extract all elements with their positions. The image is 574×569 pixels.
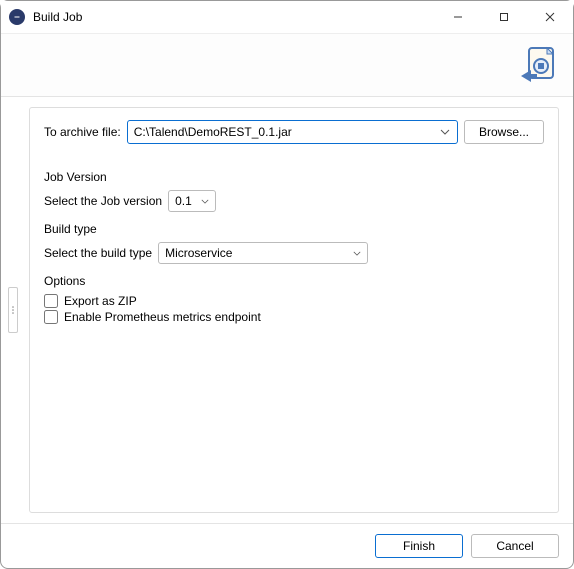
finish-button[interactable]: Finish	[375, 534, 463, 558]
options-title: Options	[44, 274, 544, 288]
app-icon	[9, 9, 25, 25]
build-type-label: Select the build type	[44, 246, 152, 260]
prometheus-row[interactable]: Enable Prometheus metrics endpoint	[44, 310, 544, 324]
build-type-select[interactable]: Microservice	[158, 242, 368, 264]
window-title: Build Job	[33, 10, 435, 24]
job-version-label: Select the Job version	[44, 194, 162, 208]
export-zip-row[interactable]: Export as ZIP	[44, 294, 544, 308]
archive-combo	[127, 120, 458, 144]
job-version-group: Job Version Select the Job version 0.1	[44, 170, 544, 212]
content-wrap: To archive file: Browse... Job Version S…	[1, 97, 573, 523]
archive-row: To archive file: Browse...	[44, 120, 544, 144]
job-version-title: Job Version	[44, 170, 544, 184]
export-zip-checkbox[interactable]	[44, 294, 58, 308]
prometheus-checkbox[interactable]	[44, 310, 58, 324]
close-button[interactable]	[527, 1, 573, 33]
collapse-handle[interactable]	[8, 287, 18, 333]
button-bar: Finish Cancel	[1, 523, 573, 568]
build-type-group: Build type Select the build type Microse…	[44, 222, 544, 264]
export-zip-label: Export as ZIP	[64, 294, 137, 308]
minimize-button[interactable]	[435, 1, 481, 33]
maximize-button[interactable]	[481, 1, 527, 33]
archive-label: To archive file:	[44, 125, 121, 139]
window-controls	[435, 1, 573, 33]
build-type-title: Build type	[44, 222, 544, 236]
job-version-select[interactable]: 0.1	[168, 190, 216, 212]
export-archive-icon	[515, 44, 559, 88]
options-group: Options Export as ZIP Enable Prometheus …	[44, 274, 544, 324]
archive-file-input[interactable]	[127, 120, 458, 144]
content-panel: To archive file: Browse... Job Version S…	[29, 107, 559, 513]
banner	[1, 33, 573, 97]
titlebar: Build Job	[1, 1, 573, 33]
browse-button[interactable]: Browse...	[464, 120, 544, 144]
prometheus-label: Enable Prometheus metrics endpoint	[64, 310, 261, 324]
cancel-button[interactable]: Cancel	[471, 534, 559, 558]
